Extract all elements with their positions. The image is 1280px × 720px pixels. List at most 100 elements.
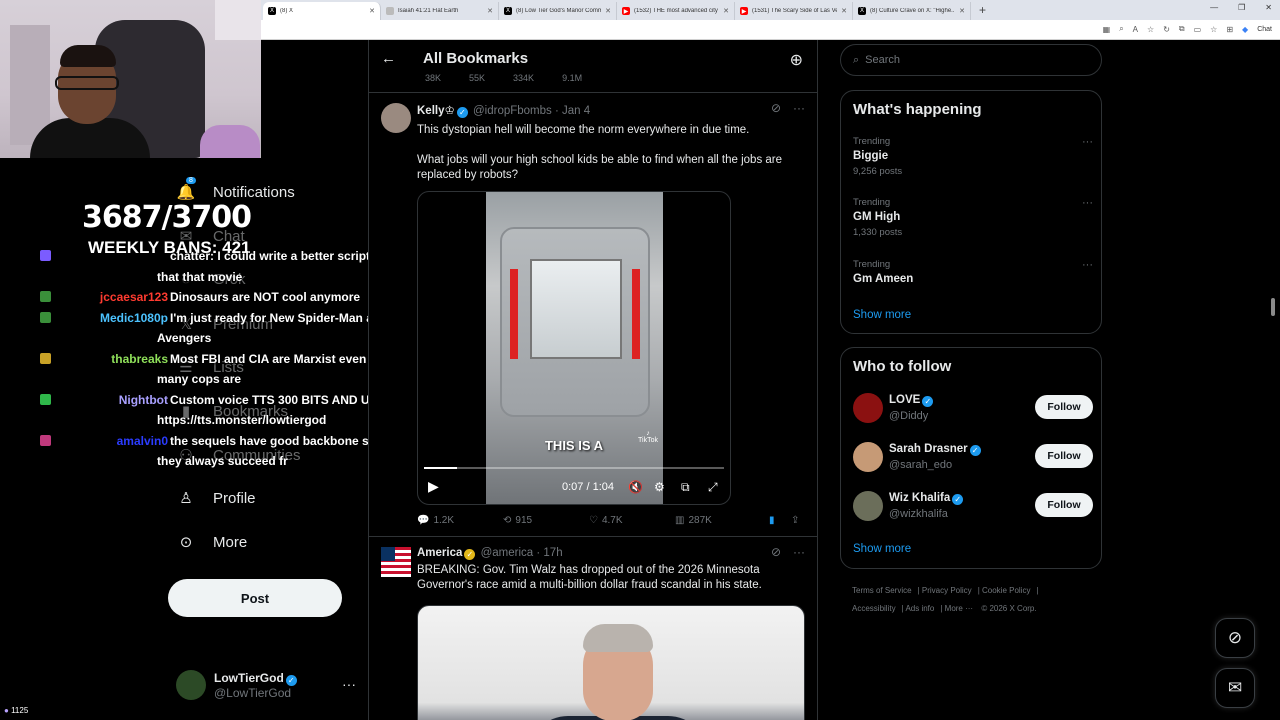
follow-suggestion[interactable]: Sarah Drasner ✓ @sarah_edo Follow (853, 440, 1093, 474)
follow-button[interactable]: Follow (1035, 493, 1093, 517)
nav-notifications[interactable]: 🔔 8 Notifications (176, 177, 295, 201)
footer-link[interactable]: Cookie Policy (982, 586, 1030, 595)
author-name[interactable]: America (417, 547, 462, 559)
read-aloud-icon[interactable]: A (1133, 25, 1138, 34)
app-icon[interactable]: ▦ (1103, 25, 1111, 34)
view-count[interactable]: 9.1M (562, 73, 582, 83)
footer-link[interactable]: More ··· (945, 604, 973, 613)
browser-tab[interactable]: Isaiah 41:21 Flat Earth ✕ (381, 2, 499, 20)
author-handle[interactable]: @america (481, 547, 534, 559)
browser-tab[interactable]: X (8) Culture Crave on X: "Highe... ✕ (853, 2, 971, 20)
avatar[interactable] (381, 103, 411, 133)
mute-icon[interactable]: 🔇 (628, 480, 643, 494)
collections-icon[interactable]: ⊞ (1226, 25, 1233, 34)
bookmark-button[interactable]: ▮ (769, 515, 791, 526)
scrollbar-thumb[interactable] (1271, 298, 1275, 316)
fullscreen-icon[interactable]: ⤢ (708, 480, 718, 495)
play-icon[interactable]: ▶ (428, 478, 439, 495)
chat-message: Avengers (40, 328, 390, 348)
avatar[interactable] (853, 442, 883, 472)
chat-label[interactable]: Chat (1257, 26, 1272, 33)
messages-fab-icon[interactable]: ✉ (1215, 668, 1255, 708)
footer-link[interactable]: Privacy Policy (922, 586, 972, 595)
settings-gear-icon[interactable]: ⚙ (654, 480, 665, 494)
grok-fab-icon[interactable]: ⊘ (1215, 618, 1255, 658)
follow-suggestion[interactable]: LOVE ✓ @Diddy Follow (853, 391, 1093, 425)
minimize-icon[interactable]: — (1210, 3, 1218, 12)
repost-count[interactable]: 55K (469, 73, 485, 83)
footer-link[interactable]: Ads info (905, 604, 934, 613)
avatar[interactable] (853, 491, 883, 521)
video-progress-bar[interactable] (424, 467, 724, 469)
chat-text: many cops are (157, 372, 242, 386)
show-more-link[interactable]: Show more (853, 309, 911, 321)
post-button[interactable]: Post (168, 579, 342, 617)
avatar[interactable] (853, 393, 883, 423)
tweet-image[interactable] (417, 605, 805, 720)
views-button[interactable]: ▥ 287K (675, 515, 769, 526)
share-icon[interactable]: ⇪ (791, 515, 799, 526)
nav-profile[interactable]: ♙ Profile (176, 489, 255, 508)
nav-more[interactable]: ⊙ More (176, 533, 247, 552)
more-dots-icon[interactable]: ··· (1082, 136, 1093, 148)
repost-button[interactable]: ⟲ 915 (503, 515, 589, 526)
tweet[interactable]: Kelly♔ ✓ @idropFbombs · Jan 4 ⊘ ··· This d… (369, 92, 817, 537)
close-icon[interactable]: ✕ (723, 7, 729, 15)
search-input[interactable]: ⌕ Search (840, 44, 1102, 76)
browser-tab[interactable]: ▶ (1531) The Scary Side of Las Vega... ✕ (735, 2, 853, 20)
close-icon[interactable]: ✕ (369, 7, 375, 15)
zoom-icon[interactable]: ⌕ (1119, 24, 1123, 34)
reply-count[interactable]: 38K (425, 73, 441, 83)
author-name[interactable]: Kelly♔ (417, 105, 455, 117)
footer-link[interactable]: Accessibility (852, 604, 896, 613)
close-window-icon[interactable]: ✕ (1265, 3, 1272, 12)
maximize-icon[interactable]: ❐ (1238, 3, 1245, 12)
bookmark-folder-icon[interactable]: ⊕ (790, 50, 803, 70)
reply-button[interactable]: 💬 1.2K (417, 515, 503, 526)
favorites-icon[interactable]: ☆ (1210, 25, 1217, 34)
browser-tab[interactable]: X (8) X ✕ (263, 2, 381, 20)
grok-icon[interactable]: ⊘ (771, 545, 781, 559)
account-switcher[interactable]: LowTierGod ✓ @LowTierGod ··· (176, 668, 356, 702)
more-dots-icon[interactable]: ··· (793, 101, 805, 115)
follow-suggestion[interactable]: Wiz Khalifa ✓ @wizkhalifa Follow (853, 489, 1093, 523)
verified-badge-icon: ✓ (969, 445, 981, 456)
follow-button[interactable]: Follow (1035, 444, 1093, 468)
split-screen-icon[interactable]: ▭ (1194, 25, 1202, 34)
flag-avatar[interactable] (381, 547, 411, 577)
tweet[interactable]: America ✓ @america · 17h ⊘ ··· BREAKING: G… (369, 537, 817, 720)
tweet-date[interactable]: 17h (543, 547, 562, 559)
video-player[interactable]: THIS IS A ♪ TikTok ▶ 0:07 / 1:04 🔇 ⚙ ⧉ ⤢ (417, 191, 731, 505)
whats-happening-card: What's happening Trending Biggie 9,256 p… (840, 90, 1102, 334)
back-arrow-icon[interactable]: ← (381, 50, 396, 67)
more-dots-icon[interactable]: ··· (1082, 197, 1093, 209)
trend-item[interactable]: Trending Gm Ameen ··· (853, 259, 1093, 285)
close-icon[interactable]: ✕ (959, 7, 965, 15)
streamer-hair (60, 45, 116, 67)
follow-button[interactable]: Follow (1035, 395, 1093, 419)
copilot-icon[interactable]: ◆ (1242, 25, 1248, 34)
like-count[interactable]: 334K (513, 73, 534, 83)
footer-link[interactable]: Terms of Service (852, 586, 912, 595)
browser-tab[interactable]: X (8) Low Tier God's Manor Comm... ✕ (499, 2, 617, 20)
tweet-date[interactable]: Jan 4 (562, 105, 590, 117)
address-bar[interactable]: ▦ ⌕ A ☆ ↻ ⧉ ▭ ☆ ⊞ ◆ Chat (261, 20, 1280, 40)
extensions-icon[interactable]: ⧉ (1179, 24, 1185, 34)
close-icon[interactable]: ✕ (487, 7, 493, 15)
show-more-link[interactable]: Show more (853, 543, 911, 555)
refresh-icon[interactable]: ↻ (1163, 25, 1170, 34)
new-tab-button[interactable]: + (971, 3, 994, 17)
favorite-star-icon[interactable]: ☆ (1147, 25, 1154, 34)
more-dots-icon[interactable]: ··· (793, 545, 805, 559)
like-button[interactable]: ♡ 4.7K (589, 515, 675, 526)
author-handle[interactable]: @idropFbombs (473, 105, 552, 117)
browser-tab[interactable]: ▶ (1532) THE most advanced city in... ✕ (617, 2, 735, 20)
more-dots-icon[interactable]: ··· (1082, 259, 1093, 271)
close-icon[interactable]: ✕ (605, 7, 611, 15)
trend-item[interactable]: Trending Biggie 9,256 posts ··· (853, 136, 1093, 177)
grok-icon[interactable]: ⊘ (771, 101, 781, 115)
pip-icon[interactable]: ⧉ (681, 480, 690, 495)
trend-item[interactable]: Trending GM High 1,330 posts ··· (853, 197, 1093, 238)
more-dots-icon[interactable]: ··· (342, 676, 356, 692)
close-icon[interactable]: ✕ (841, 7, 847, 15)
